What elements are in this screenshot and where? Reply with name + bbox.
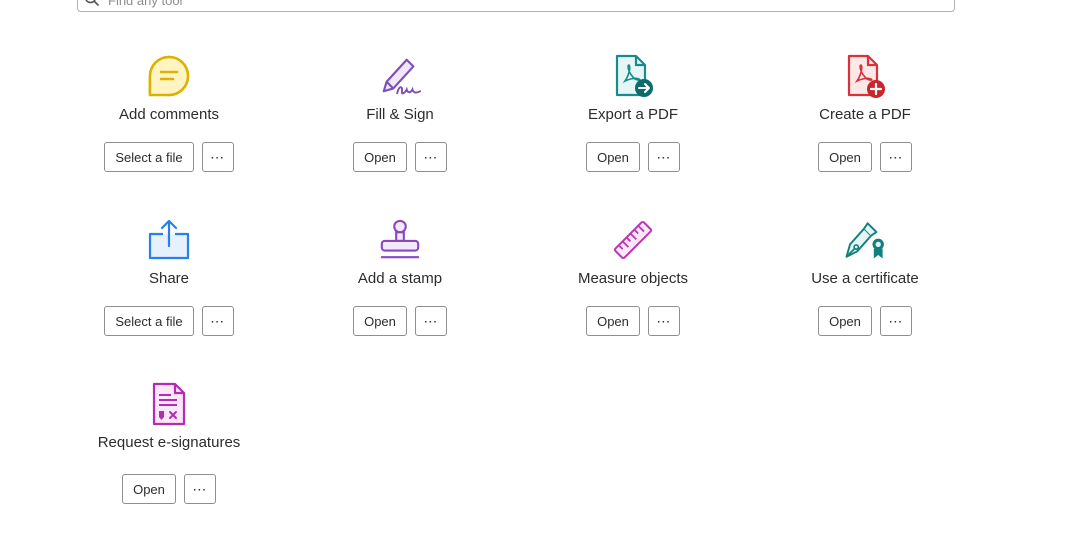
open-button[interactable]: Open [353,306,407,336]
e-signature-icon [147,380,191,428]
tool-card-measure-objects: Measure objects Open ⋯ [523,216,743,366]
tool-label: Fill & Sign [366,106,434,123]
pen-signature-icon [378,52,422,100]
share-icon [147,216,191,264]
open-button[interactable]: Open [586,306,640,336]
tool-search-box[interactable] [77,0,955,12]
tool-label: Share [148,270,190,287]
more-options-button[interactable]: ⋯ [201,306,234,336]
tool-label: Request e-signatures [97,434,241,451]
open-button[interactable]: Open [586,142,640,172]
certificate-icon [843,216,887,264]
search-icon [85,0,100,7]
more-options-button[interactable]: ⋯ [647,306,680,336]
ruler-icon [611,216,655,264]
tool-card-share: Share Select a file ⋯ [59,216,279,366]
tool-label: Create a PDF [819,106,911,123]
more-options-button[interactable]: ⋯ [201,142,234,172]
more-options-button[interactable]: ⋯ [414,306,447,336]
tool-label: Use a certificate [811,270,919,287]
more-options-button[interactable]: ⋯ [414,142,447,172]
open-button[interactable]: Open [122,474,176,504]
export-pdf-icon [611,52,655,100]
open-button[interactable]: Open [353,142,407,172]
more-options-button[interactable]: ⋯ [647,142,680,172]
search-input[interactable] [108,0,908,11]
open-button[interactable]: Open [818,306,872,336]
tool-label: Add a stamp [357,270,443,287]
tool-card-export-pdf: Export a PDF Open ⋯ [523,52,743,202]
tool-card-fill-sign: Fill & Sign Open ⋯ [290,52,510,202]
select-file-button[interactable]: Select a file [104,306,194,336]
tool-label: Measure objects [577,270,689,287]
more-options-button[interactable]: ⋯ [879,306,912,336]
more-options-button[interactable]: ⋯ [183,474,216,504]
tool-card-add-stamp: Add a stamp Open ⋯ [290,216,510,366]
create-pdf-icon [843,52,887,100]
stamp-icon [378,216,422,264]
tool-card-request-esignatures: Request e-signatures Open ⋯ [59,380,279,530]
more-options-button[interactable]: ⋯ [879,142,912,172]
tool-card-create-pdf: Create a PDF Open ⋯ [755,52,975,202]
comment-icon [147,52,191,100]
select-file-button[interactable]: Select a file [104,142,194,172]
open-button[interactable]: Open [818,142,872,172]
tool-card-add-comments: Add comments Select a file ⋯ [59,52,279,202]
tool-card-use-certificate: Use a certificate Open ⋯ [755,216,975,366]
tool-label: Export a PDF [587,106,679,123]
tool-label: Add comments [118,106,220,123]
